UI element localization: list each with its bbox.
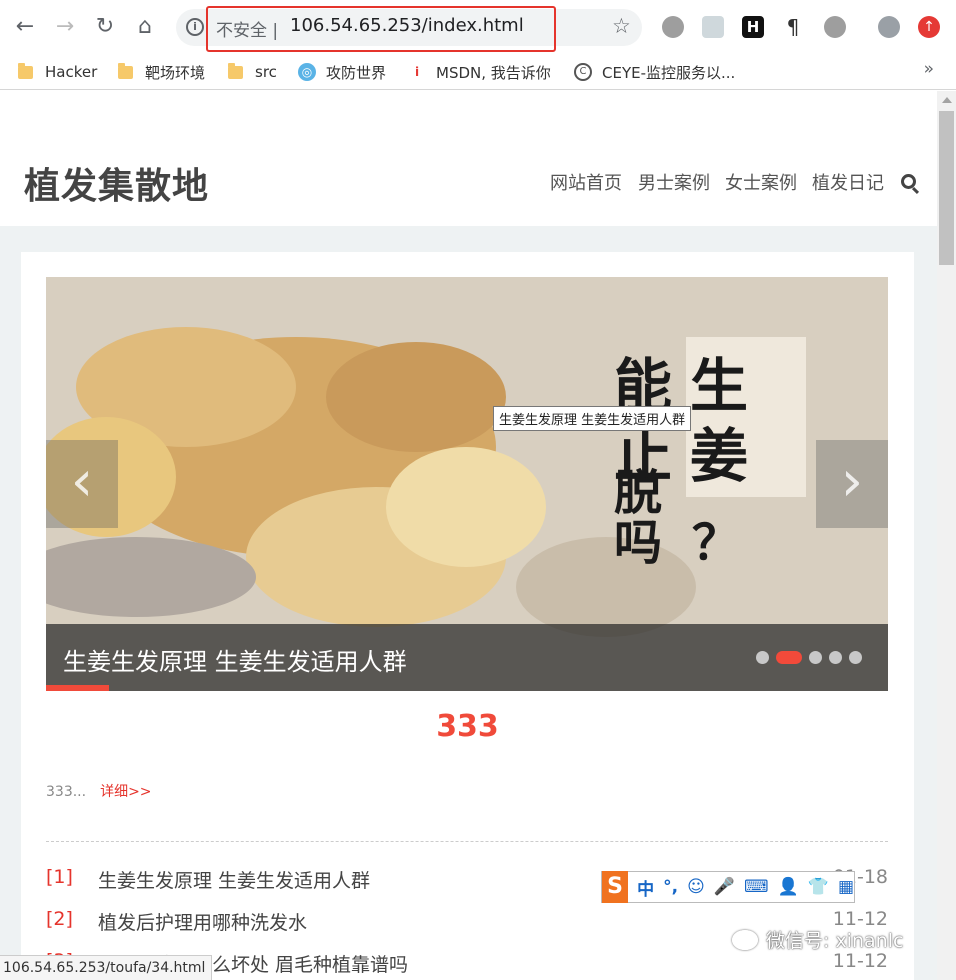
- msdn-icon: i: [414, 65, 420, 79]
- item-index: [1]: [46, 866, 73, 888]
- item-date: 11-12: [832, 950, 888, 972]
- gear-extension-icon[interactable]: [824, 16, 846, 38]
- bookmark-src[interactable]: src: [228, 59, 277, 85]
- item-index: [2]: [46, 908, 73, 930]
- back-icon[interactable]: ←: [12, 14, 38, 40]
- forward-icon[interactable]: →: [52, 14, 78, 40]
- slider-next-button[interactable]: ›: [816, 440, 888, 528]
- page-scrollbar[interactable]: [937, 91, 956, 980]
- pilcrow-extension-icon[interactable]: ¶: [782, 16, 804, 38]
- ceye-icon: C: [574, 63, 592, 81]
- update-icon[interactable]: ↑: [918, 16, 940, 38]
- ime-punct-toggle[interactable]: °,: [663, 877, 678, 897]
- wechat-watermark: 微信号: xinanlc: [732, 926, 903, 953]
- slide-caption[interactable]: 生姜生发原理 生姜生发适用人群: [63, 642, 407, 677]
- site-header: 植发集散地 网站首页 男士案例 女士案例 植发日记: [0, 91, 937, 226]
- bookmark-ceye[interactable]: C CEYE-监控服务以...: [574, 59, 735, 85]
- watermark-text: 微信号: xinanlc: [766, 930, 904, 952]
- slider-dot[interactable]: [849, 651, 862, 664]
- featured-excerpt: 333... 详细>>: [46, 781, 152, 801]
- bird-extension-icon[interactable]: [702, 16, 724, 38]
- image-tooltip: 生姜生发原理 生姜生发适用人群: [493, 406, 692, 431]
- more-bookmarks-button[interactable]: »: [924, 59, 934, 79]
- link-status-bar: 106.54.65.253/toufa/34.html: [0, 955, 213, 980]
- ime-toolbar[interactable]: S 中 °, ☺ 🎤 ⌨ 👤 👕 ▦: [601, 871, 855, 903]
- site-info-icon[interactable]: i: [186, 18, 204, 36]
- slider-dot[interactable]: [829, 651, 842, 664]
- keyboard-icon[interactable]: ⌨: [744, 877, 769, 897]
- search-icon[interactable]: [901, 174, 916, 189]
- folder-icon: [18, 62, 33, 79]
- url-highlight-box: [206, 6, 556, 52]
- ime-mode-toggle[interactable]: 中: [637, 875, 654, 900]
- home-icon[interactable]: ⌂: [132, 14, 158, 40]
- nav-home[interactable]: 网站首页: [550, 169, 622, 195]
- bookmarks-bar: Hacker 靶场环境 src ◎ 攻防世界 i MSDN, 我告诉你 C CE…: [0, 55, 956, 90]
- emoji-icon[interactable]: ☺: [687, 877, 705, 897]
- sogou-logo-icon[interactable]: S: [602, 871, 629, 903]
- wechat-icon: [732, 929, 758, 950]
- section-divider: [46, 841, 888, 842]
- excerpt-text: 333...: [46, 784, 87, 800]
- browser-toolbar: ← → ↻ ⌂ i 不安全 | 106.54.65.253/index.html…: [0, 0, 956, 55]
- item-title[interactable]: 植发后护理用哪种洗发水: [98, 908, 307, 935]
- slide-image-text-4: 吗？: [614, 515, 771, 571]
- skin-icon[interactable]: 👕: [808, 877, 829, 897]
- page-viewport: 植发集散地 网站首页 男士案例 女士案例 植发日记 能生 止姜 脱 吗？ ‹ ›…: [0, 91, 937, 980]
- bookmark-msdn[interactable]: i MSDN, 我告诉你: [408, 59, 551, 85]
- globe-extension-icon[interactable]: [662, 16, 684, 38]
- bookmark-range-env[interactable]: 靶场环境: [118, 59, 205, 85]
- slider-dot[interactable]: [756, 651, 769, 664]
- site-logo[interactable]: 植发集散地: [24, 157, 209, 209]
- toolbox-icon[interactable]: ▦: [838, 877, 854, 897]
- slide-progress-bar: [46, 685, 109, 691]
- folder-icon: [118, 62, 133, 79]
- slider-prev-button[interactable]: ‹: [46, 440, 118, 528]
- bookmark-star-icon[interactable]: ☆: [612, 14, 631, 38]
- bookmark-adworld[interactable]: ◎ 攻防世界: [298, 59, 386, 85]
- scroll-up-arrow-icon[interactable]: [942, 97, 952, 103]
- featured-title[interactable]: 333: [21, 709, 914, 744]
- item-title[interactable]: 生姜生发原理 生姜生发适用人群: [98, 866, 370, 893]
- slider-dot[interactable]: [809, 651, 822, 664]
- nav-male-cases[interactable]: 男士案例: [638, 169, 710, 195]
- scrollbar-thumb[interactable]: [939, 111, 954, 265]
- nav-diary[interactable]: 植发日记: [812, 169, 884, 195]
- folder-icon: [228, 62, 243, 79]
- profile-avatar-icon[interactable]: [878, 16, 900, 38]
- h-extension-icon[interactable]: H: [742, 16, 764, 38]
- slider-dot[interactable]: [776, 651, 802, 664]
- user-icon[interactable]: 👤: [778, 877, 799, 897]
- reload-icon[interactable]: ↻: [92, 14, 118, 40]
- nav-female-cases[interactable]: 女士案例: [725, 169, 797, 195]
- image-slider[interactable]: 能生 止姜 脱 吗？ ‹ › 生姜生发原理 生姜生发适用人群 生姜生发原理 生姜…: [46, 277, 888, 691]
- adworld-icon: ◎: [298, 63, 316, 81]
- detail-link[interactable]: 详细>>: [100, 784, 151, 800]
- microphone-icon[interactable]: 🎤: [714, 877, 735, 897]
- bookmark-hacker[interactable]: Hacker: [18, 59, 97, 85]
